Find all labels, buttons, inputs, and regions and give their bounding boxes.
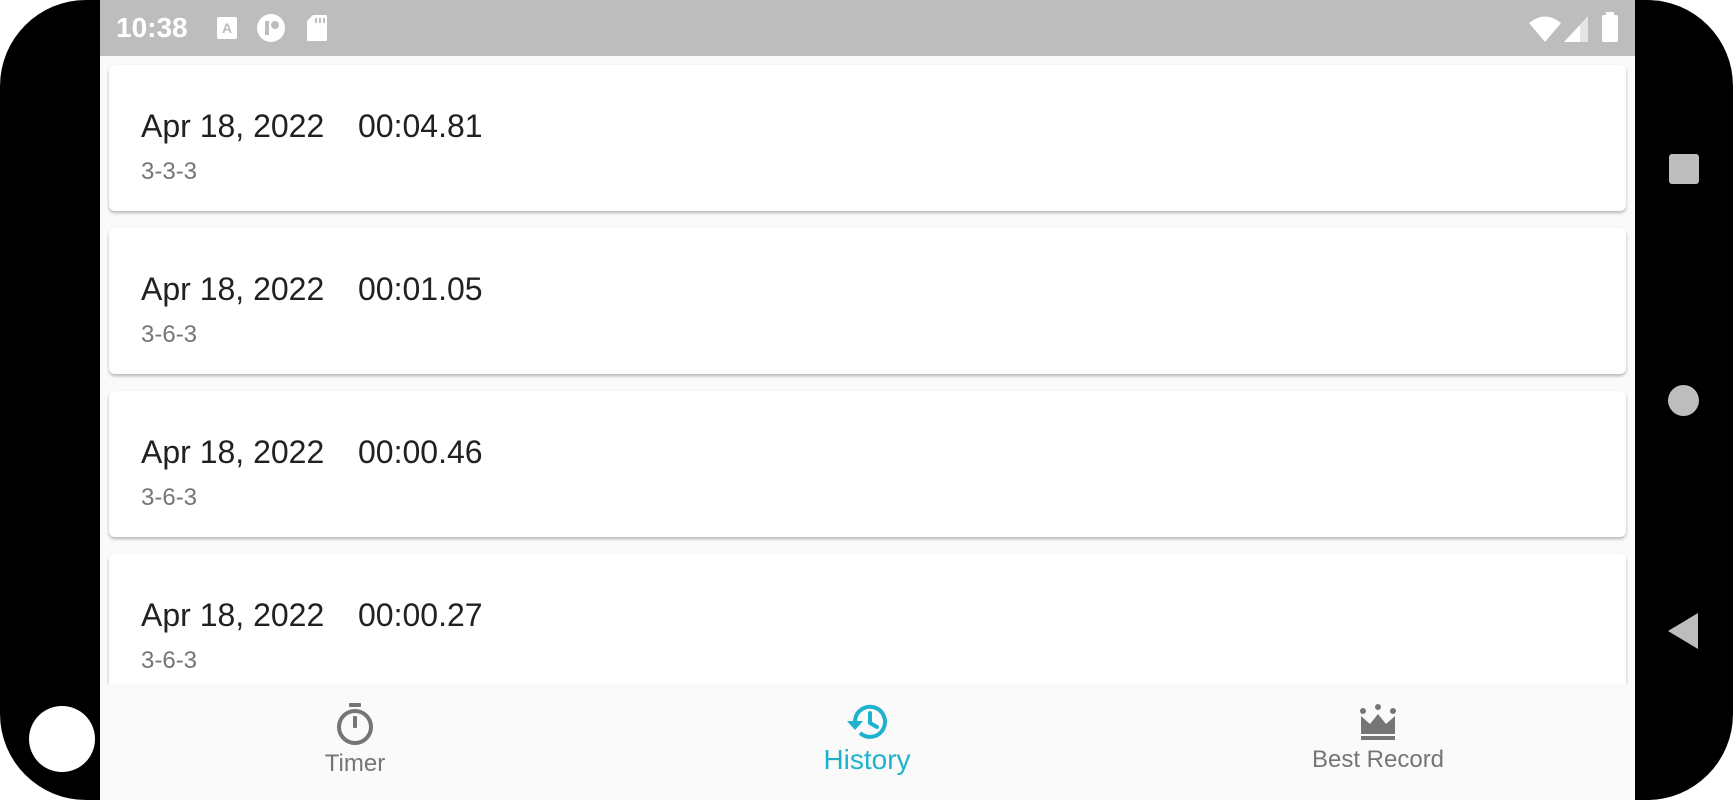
signal-icon <box>1564 16 1588 47</box>
bottom-navigation: Timer History Best Record <box>100 684 1635 800</box>
card-date: Apr 18, 2022 <box>141 597 325 633</box>
recents-button[interactable] <box>1669 154 1699 184</box>
app-screen: 10:38 A Apr 18, 2022 00:04.81 3-3-3 Apr … <box>100 0 1635 800</box>
status-time: 10:38 <box>116 12 188 43</box>
card-config: 3-6-3 <box>141 647 198 674</box>
card-date: Apr 18, 2022 <box>141 108 325 144</box>
status-bar: 10:38 A <box>100 0 1635 56</box>
nav-timer-label: Timer <box>324 750 386 777</box>
card-config: 3-6-3 <box>141 321 198 348</box>
card-time: 00:01.05 <box>358 271 483 307</box>
card-time: 00:00.27 <box>358 597 483 633</box>
history-card[interactable]: Apr 18, 2022 00:00.27 3-6-3 <box>109 554 1626 684</box>
back-button[interactable] <box>1668 613 1698 649</box>
nav-best-record[interactable]: Best Record <box>1228 684 1528 800</box>
nav-best-record-label: Best Record <box>1311 746 1445 773</box>
card-config: 3-6-3 <box>141 484 198 511</box>
nav-history-label: History <box>823 744 911 775</box>
history-card[interactable]: Apr 18, 2022 00:00.46 3-6-3 <box>109 391 1626 537</box>
sd-card-icon <box>306 14 328 47</box>
card-config: 3-3-3 <box>141 158 198 185</box>
history-icon <box>847 704 887 739</box>
svg-text:A: A <box>222 20 232 36</box>
card-time: 00:00.46 <box>358 434 483 470</box>
nav-history[interactable]: History <box>717 684 1017 800</box>
history-card[interactable]: Apr 18, 2022 00:01.05 3-6-3 <box>109 228 1626 374</box>
app-notification-icon <box>256 13 286 48</box>
card-time: 00:04.81 <box>358 108 483 144</box>
card-date: Apr 18, 2022 <box>141 271 325 307</box>
wifi-icon <box>1529 16 1561 47</box>
font-a-icon: A <box>216 16 238 45</box>
device-frame-left <box>0 0 100 800</box>
device-camera-circle <box>29 706 95 772</box>
battery-icon <box>1601 12 1619 47</box>
history-list[interactable]: Apr 18, 2022 00:04.81 3-3-3 Apr 18, 2022… <box>100 56 1635 684</box>
stopwatch-icon <box>337 703 373 745</box>
home-button[interactable] <box>1668 385 1699 416</box>
crown-icon <box>1360 704 1396 740</box>
card-date: Apr 18, 2022 <box>141 434 325 470</box>
nav-timer[interactable]: Timer <box>205 684 505 800</box>
history-card[interactable]: Apr 18, 2022 00:04.81 3-3-3 <box>109 65 1626 211</box>
